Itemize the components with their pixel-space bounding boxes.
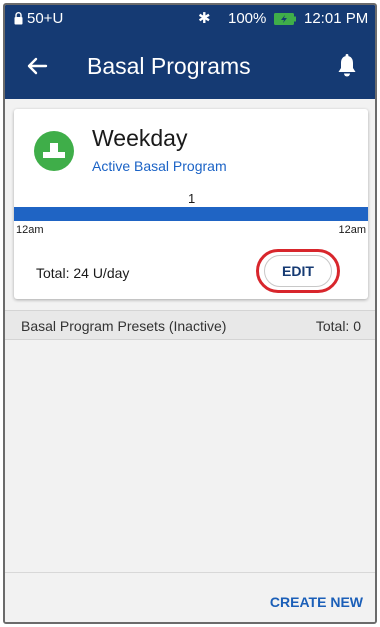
- timeline-end-label: 12am: [338, 224, 366, 236]
- insulin-units: 50+U: [27, 10, 64, 27]
- battery-icon: [274, 13, 296, 25]
- basal-rate-label: 1: [188, 191, 196, 206]
- main-content: Weekday Active Basal Program 1 12am 12am…: [5, 99, 375, 574]
- daily-total: Total: 24 U/day: [36, 265, 130, 281]
- battery-percent: 100%: [228, 10, 267, 27]
- active-program-card: Weekday Active Basal Program 1 12am 12am…: [14, 109, 368, 299]
- presets-header: Basal Program Presets (Inactive) Total: …: [5, 310, 375, 340]
- app-screen: 50+U ✱ 100% 12:01 PM Basal Programs Week…: [3, 3, 377, 624]
- create-new-button[interactable]: CREATE NEW: [270, 594, 363, 610]
- presets-label: Basal Program Presets (Inactive): [21, 318, 227, 334]
- basal-rate-bar: [14, 207, 368, 221]
- bluetooth-icon: ✱: [198, 10, 211, 27]
- status-bar: 50+U ✱ 100% 12:01 PM: [5, 5, 375, 33]
- clock: 12:01 PM: [304, 10, 369, 27]
- program-name: Weekday: [92, 125, 188, 151]
- basal-program-icon: [34, 131, 74, 171]
- bell-icon[interactable]: [335, 53, 359, 79]
- timeline-start-label: 12am: [16, 224, 44, 236]
- program-status: Active Basal Program: [92, 158, 227, 174]
- page-title: Basal Programs: [87, 53, 251, 79]
- lock-icon: [14, 12, 23, 25]
- presets-total: Total: 0: [315, 318, 361, 334]
- footer-bar: CREATE NEW: [5, 572, 375, 622]
- edit-button[interactable]: EDIT: [264, 255, 332, 287]
- back-arrow-icon[interactable]: [25, 54, 49, 78]
- app-header: Basal Programs: [5, 33, 375, 99]
